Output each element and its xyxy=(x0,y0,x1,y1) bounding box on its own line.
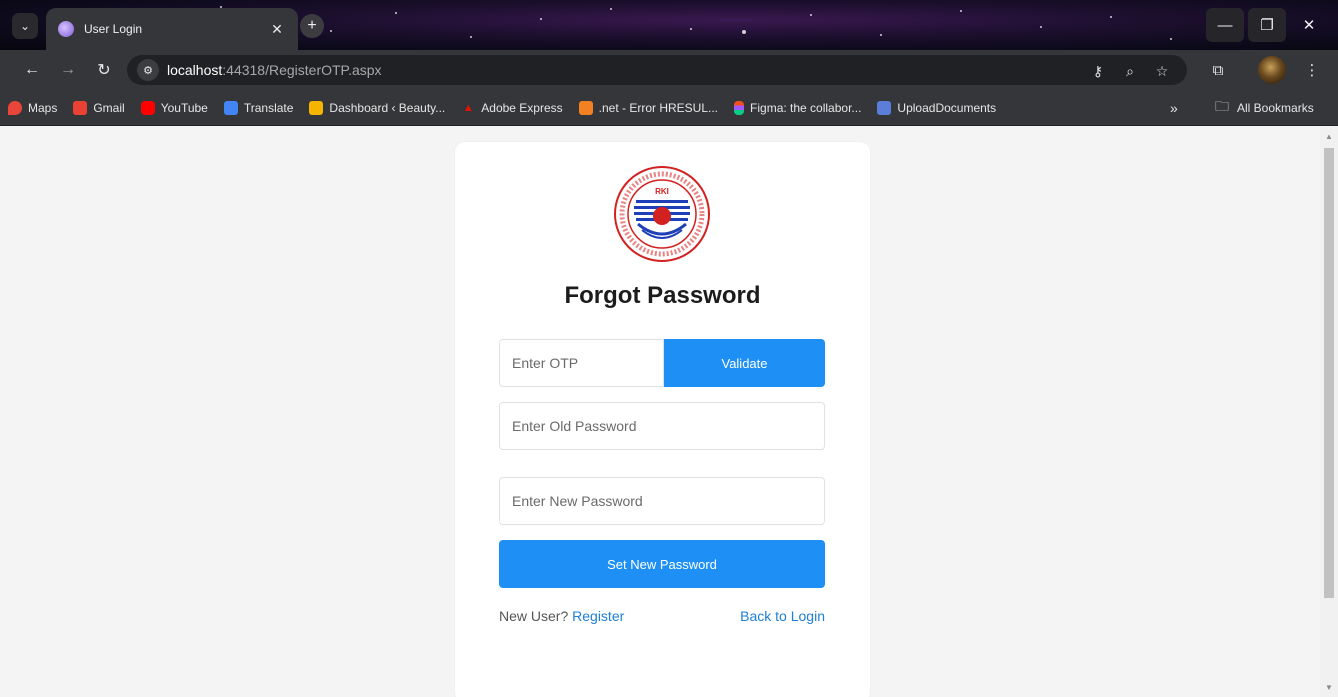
site-info-icon[interactable]: ⚙ xyxy=(137,59,159,81)
bookmark-dashboard[interactable]: Dashboard ‹ Beauty... xyxy=(309,100,445,115)
tab-title: User Login xyxy=(84,22,143,36)
scroll-thumb[interactable] xyxy=(1324,148,1334,598)
profile-avatar[interactable] xyxy=(1258,56,1286,84)
maps-icon xyxy=(8,100,22,115)
scroll-up-arrow-icon[interactable]: ▲ xyxy=(1320,128,1338,144)
zoom-icon[interactable]: ⌕ xyxy=(1119,60,1141,82)
forgot-password-card: RKI Forgot Password Validate Set New Pas… xyxy=(455,142,870,697)
bookmark-figma[interactable]: Figma: the collabor... xyxy=(734,100,861,115)
favicon-icon xyxy=(58,21,74,37)
page-scrollbar[interactable]: ▲ ▼ xyxy=(1320,126,1338,697)
bookmark-maps[interactable]: Maps xyxy=(8,100,57,115)
menu-kebab-icon[interactable]: ⋮ xyxy=(1300,58,1324,82)
bookmark-youtube[interactable]: YouTube xyxy=(140,100,208,115)
all-bookmarks-folder[interactable]: 🗀 All Bookmarks xyxy=(1215,90,1314,126)
dashboard-icon xyxy=(309,100,324,115)
new-user-text: New User? xyxy=(499,608,569,624)
folder-icon: 🗀 xyxy=(1215,98,1229,114)
restore-icon[interactable]: ❐ xyxy=(1248,8,1286,42)
bookmark-star-icon[interactable]: ☆ xyxy=(1151,60,1173,82)
forward-arrow-icon[interactable]: → xyxy=(52,54,84,86)
gmail-icon xyxy=(73,100,88,115)
new-user-row: New User? Register xyxy=(499,608,624,624)
bookmark-adobe-express[interactable]: ▲ Adobe Express xyxy=(461,101,563,115)
close-window-icon[interactable]: ✕ xyxy=(1290,8,1328,42)
new-password-input[interactable] xyxy=(499,477,825,525)
more-bookmarks-chevron-icon[interactable]: » xyxy=(1170,90,1178,126)
set-new-password-button[interactable]: Set New Password xyxy=(499,540,825,588)
extensions-puzzle-icon[interactable]: ⧉ xyxy=(1206,58,1230,82)
back-to-login-link[interactable]: Back to Login xyxy=(740,608,825,624)
tab-user-login[interactable]: User Login ✕ xyxy=(46,8,298,50)
tab-close-icon[interactable]: ✕ xyxy=(268,21,286,38)
tab-search-chevron-icon[interactable]: ⌄ xyxy=(12,13,38,39)
youtube-icon xyxy=(140,100,155,115)
page-title: Forgot Password xyxy=(564,282,761,309)
stackoverflow-icon xyxy=(578,100,593,115)
bookmark-gmail[interactable]: Gmail xyxy=(73,100,125,115)
scroll-down-arrow-icon[interactable]: ▼ xyxy=(1320,679,1338,695)
reload-icon[interactable]: ↻ xyxy=(88,54,120,86)
register-link[interactable]: Register xyxy=(572,608,624,624)
address-bar[interactable]: ⚙ localhost:44318/RegisterOTP.aspx ⚷ ⌕ ☆ xyxy=(127,55,1187,85)
browser-toolbar: ← → ↻ ⚙ localhost:44318/RegisterOTP.aspx… xyxy=(0,50,1338,90)
bookmark-stackoverflow[interactable]: .net - Error HRESUL... xyxy=(578,100,718,115)
translate-icon xyxy=(223,100,238,115)
validate-button[interactable]: Validate xyxy=(664,339,825,387)
svg-text:RKI: RKI xyxy=(655,187,669,196)
new-tab-plus-icon[interactable]: + xyxy=(300,14,324,38)
bookmark-uploaddocuments[interactable]: UploadDocuments xyxy=(877,100,996,115)
back-arrow-icon[interactable]: ← xyxy=(16,54,48,86)
bookmarks-bar: Maps Gmail YouTube Translate Dashboard ‹… xyxy=(0,90,1338,126)
figma-icon xyxy=(734,100,745,115)
password-key-icon[interactable]: ⚷ xyxy=(1087,60,1109,82)
page-viewport: RKI Forgot Password Validate Set New Pas… xyxy=(0,126,1338,697)
url-path: :44318/RegisterOTP.aspx xyxy=(222,62,382,78)
otp-input[interactable] xyxy=(499,339,664,387)
old-password-input[interactable] xyxy=(499,402,825,450)
upload-icon xyxy=(877,100,892,115)
minimize-icon[interactable]: — xyxy=(1206,8,1244,42)
adobe-icon: ▲ xyxy=(462,101,474,114)
url-host: localhost xyxy=(167,62,223,78)
browser-tab-strip: ⌄ User Login ✕ + — ❐ ✕ xyxy=(0,0,1338,50)
institute-logo: RKI xyxy=(614,166,710,262)
bookmark-translate[interactable]: Translate xyxy=(223,100,293,115)
